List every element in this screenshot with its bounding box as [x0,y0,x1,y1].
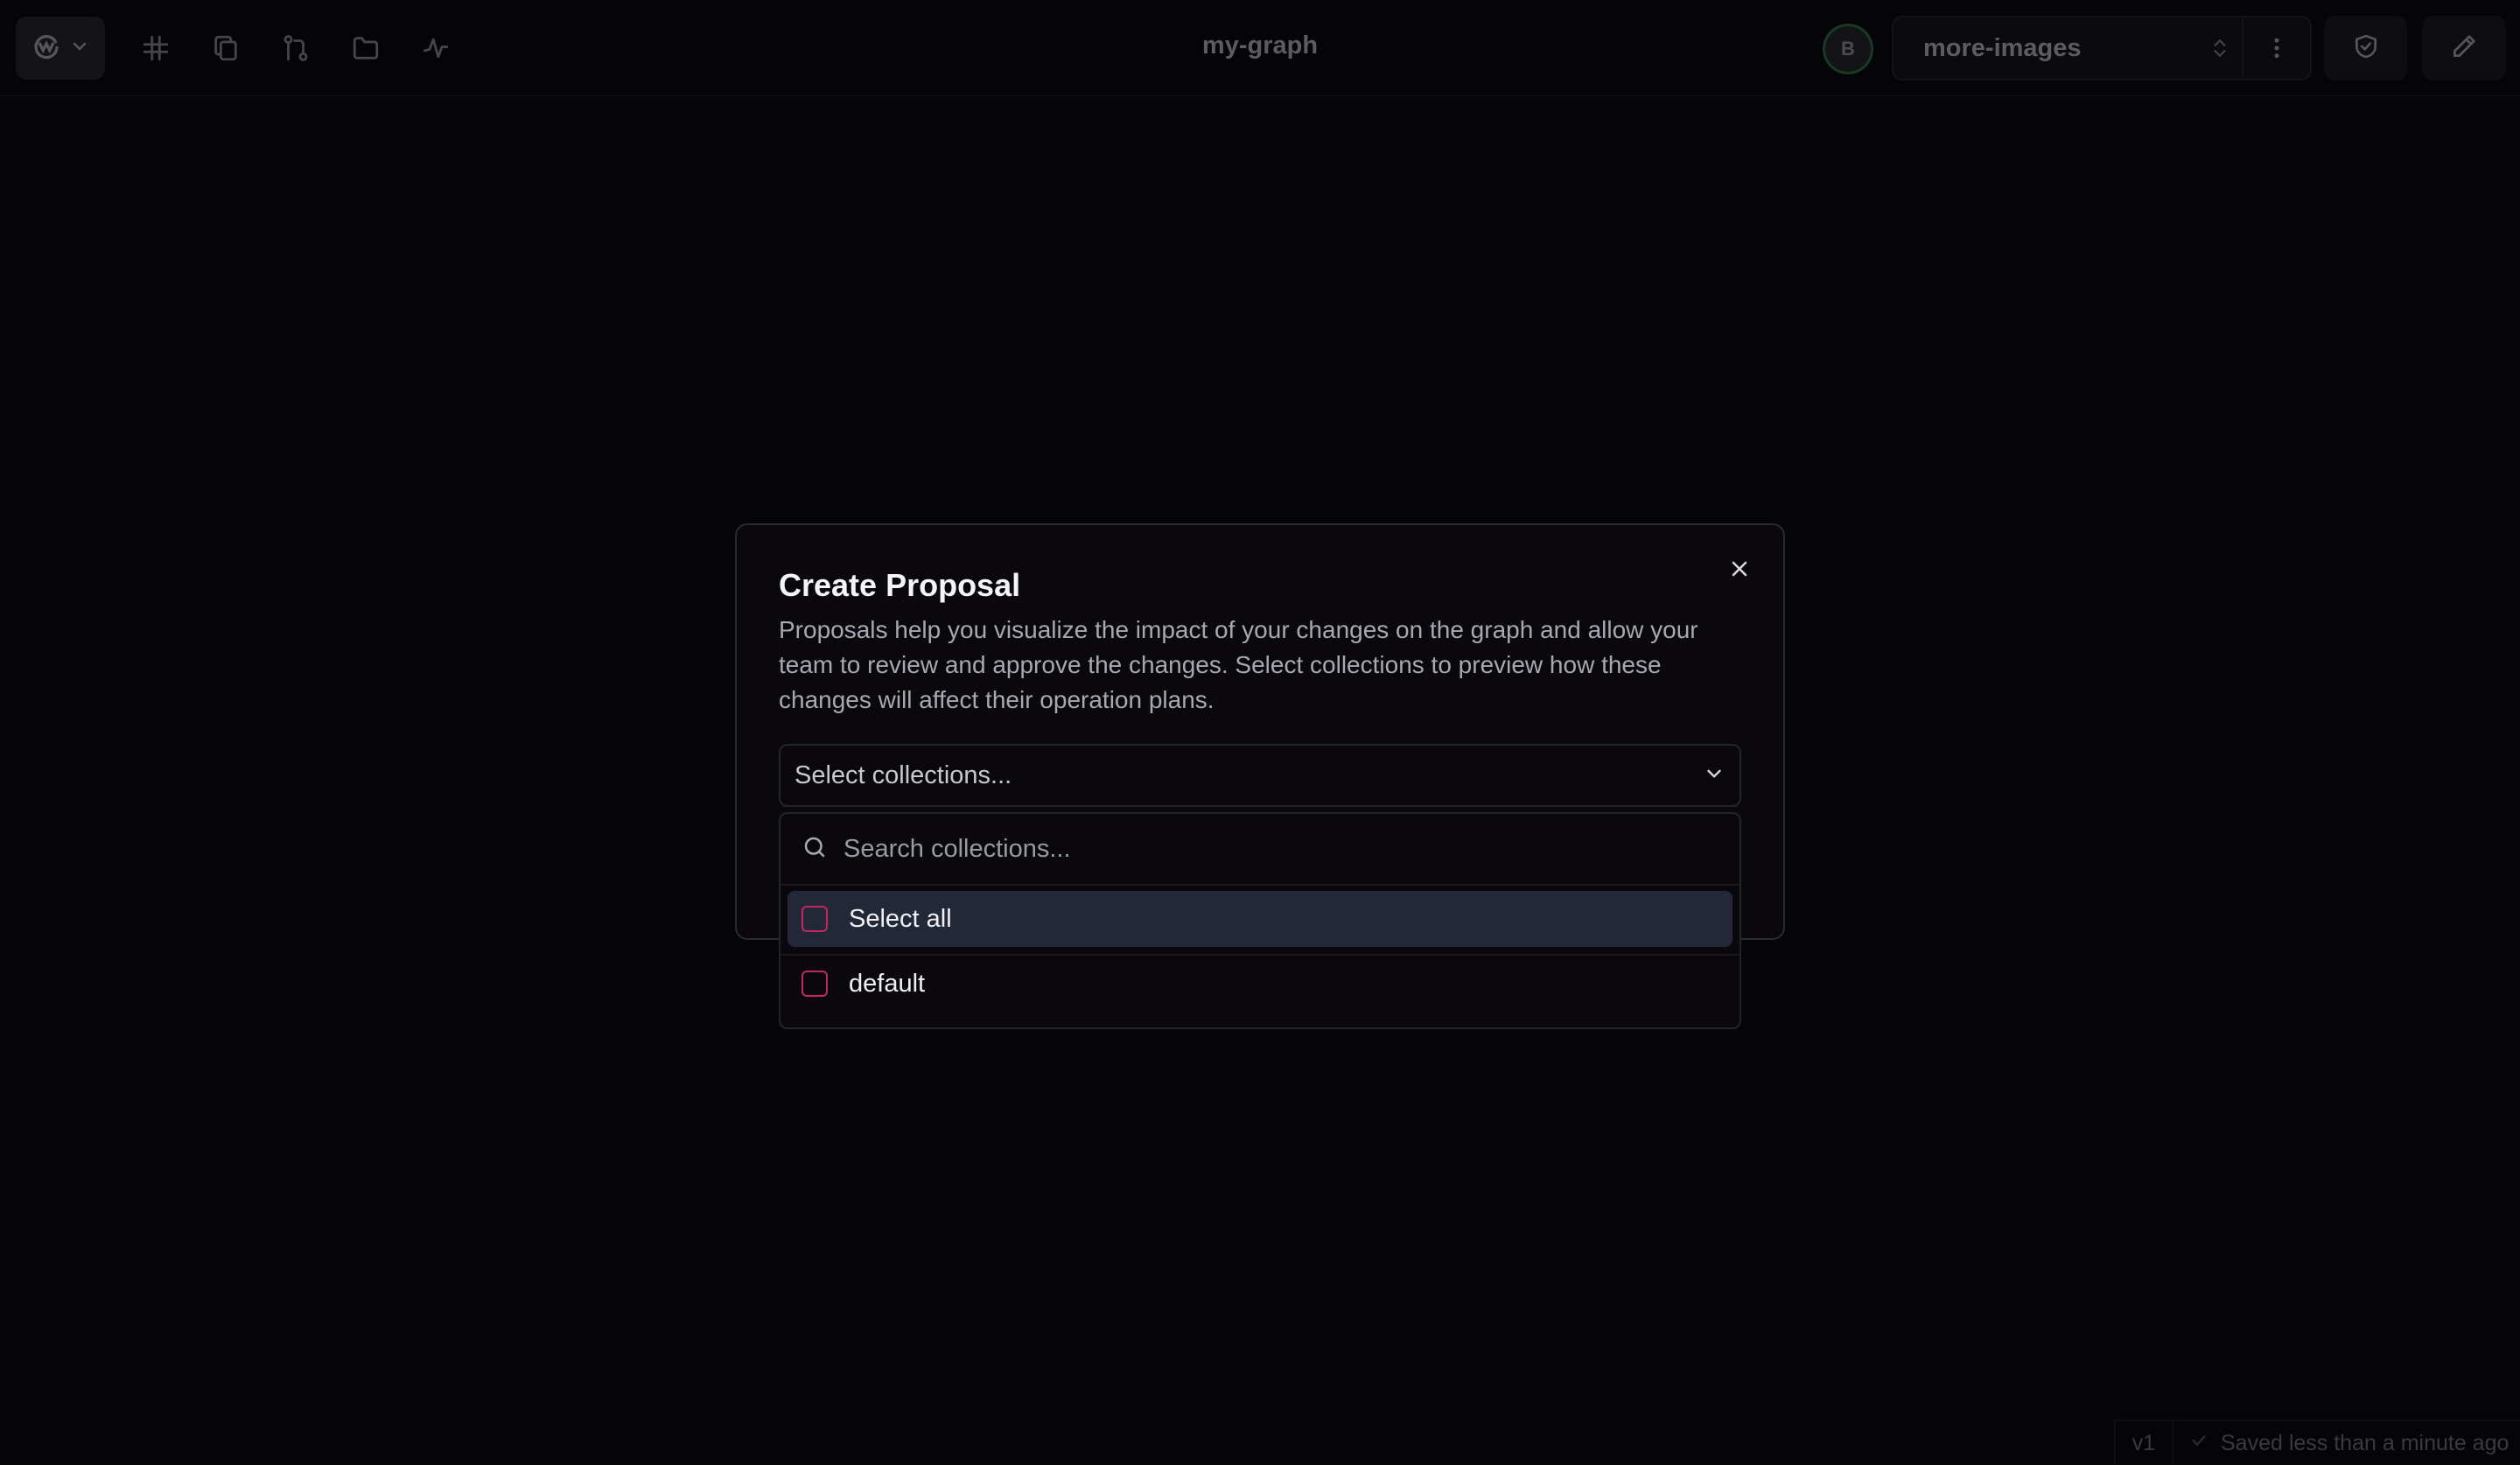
close-button[interactable] [1724,555,1755,586]
save-status-text: Saved less than a minute ago [2221,1430,2510,1455]
more-vertical-icon[interactable] [2244,35,2310,61]
branch-name: more-images [1923,33,2082,62]
collections-select[interactable]: Select collections... [779,744,1741,807]
select-all-label: Select all [849,904,952,933]
search-icon [802,834,828,865]
save-status: Saved less than a minute ago [2174,1431,2509,1456]
top-bar: my-graph B more-images [0,0,2520,96]
check-icon [2189,1431,2208,1456]
shield-check-icon [2352,32,2380,65]
edit-button[interactable] [2422,16,2506,81]
collections-dropdown: Select all default [779,812,1741,1029]
avatar[interactable]: B [1823,24,1873,74]
collections-select-placeholder: Select collections... [794,761,1012,789]
select-all-checkbox[interactable] [802,906,828,932]
close-icon [1727,557,1752,585]
dialog-title: Create Proposal [779,567,1021,603]
search-row [780,814,1740,886]
version-label: v1 [2132,1430,2156,1455]
status-bar: v1 Saved less than a minute ago [2114,1419,2520,1465]
pencil-icon [2450,32,2478,65]
select-all-option[interactable]: Select all [788,891,1732,947]
app-root: my-graph B more-images v1 Saved less tha… [0,0,2520,1465]
chevrons-up-down-icon [2198,37,2242,60]
checks-button[interactable] [2324,16,2407,81]
collection-option[interactable]: default [780,956,1740,1012]
collection-option-label: default [849,969,926,998]
chevron-down-icon [1703,762,1726,789]
search-input[interactable] [844,834,1740,864]
collection-checkbox[interactable] [802,971,828,997]
branch-select[interactable]: more-images [1892,16,2312,81]
dialog-description: Proposals help you visualize the impact … [779,616,1698,713]
